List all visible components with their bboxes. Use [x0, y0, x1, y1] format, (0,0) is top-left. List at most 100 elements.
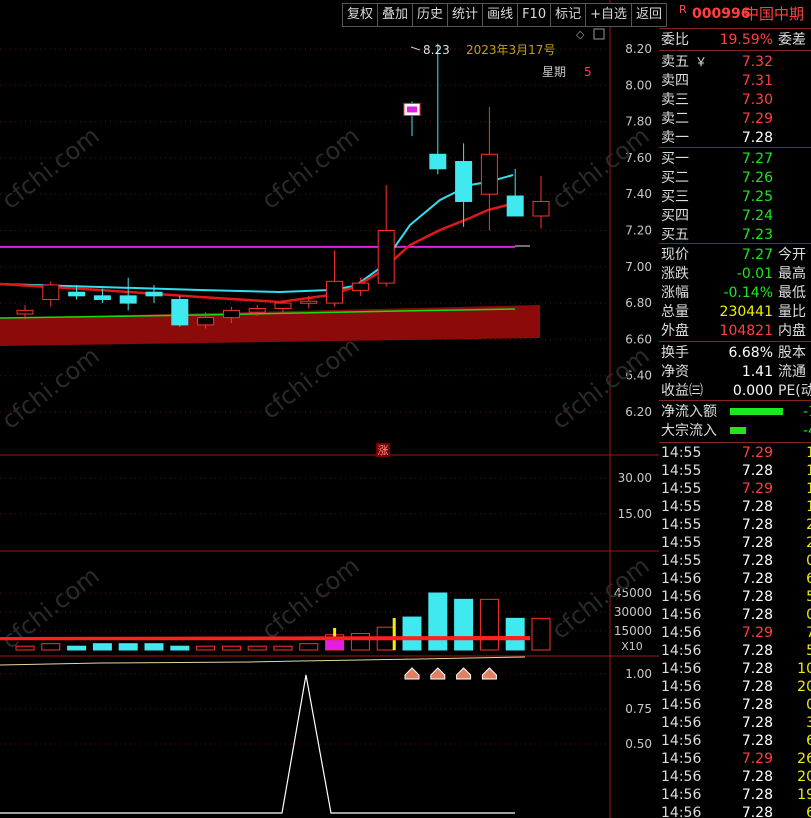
- ask-row-3: 卖三 7.30: [659, 91, 811, 109]
- house-icon: [430, 667, 446, 680]
- volume-bar: [247, 645, 267, 651]
- stat-row-1-value: -0.01: [736, 266, 773, 282]
- candle-body: [506, 195, 524, 217]
- stat-row-1-label: 涨跌: [661, 266, 689, 282]
- stock-code[interactable]: 000996: [692, 0, 750, 28]
- volume-bar: [350, 633, 370, 651]
- high-pointer: [410, 46, 421, 51]
- tick-time: 14:56: [661, 643, 702, 659]
- weekday-value: 5: [584, 65, 592, 79]
- tick-row: 14:55 7.28 2: [659, 534, 811, 552]
- tick-time: 14:55: [661, 463, 702, 479]
- tick-price: 7.28: [741, 679, 773, 695]
- tick-price: 7.28: [741, 463, 773, 479]
- candle-body: [274, 302, 292, 310]
- stat2-row-2-tail: PE(动: [778, 383, 811, 399]
- tick-price: 7.28: [741, 571, 773, 587]
- panel-divider: [659, 28, 811, 29]
- tick-row: 14:55 7.28 1: [659, 498, 811, 516]
- yen-mark: ￥: [695, 55, 708, 69]
- osc-tick-label: 0.50: [625, 737, 652, 751]
- tick-volume: 6: [806, 733, 811, 749]
- volume-bar: [144, 643, 164, 651]
- tick-volume: 19: [797, 787, 811, 803]
- tick-row: 14:56 7.28 6: [659, 804, 811, 818]
- toolbar-button-4[interactable]: 画线: [483, 4, 519, 26]
- tick-price: 7.28: [741, 697, 773, 713]
- toolbar-button-2[interactable]: 历史: [413, 4, 449, 26]
- tick-volume: 0: [806, 697, 811, 713]
- oscillator-line: [0, 674, 515, 814]
- toolbar-button-0[interactable]: 复权: [343, 4, 379, 26]
- tick-time: 14:56: [661, 589, 702, 605]
- toolbar-button-7[interactable]: +自选: [586, 4, 633, 26]
- tick-price: 7.28: [741, 499, 773, 515]
- bid-row-5-label: 买五: [661, 227, 689, 243]
- tick-volume: 0: [806, 553, 811, 569]
- toolbar: 复权 叠加 历史 统计 画线 F10 标记 +自选 返回: [342, 3, 668, 27]
- candle-body: [16, 309, 34, 315]
- volume-bar: [15, 645, 35, 651]
- stat-row-1: 涨跌 -0.01 最高: [659, 265, 811, 283]
- tick-row: 14:55 7.28 1: [659, 462, 811, 480]
- bid-row-1-value: 7.27: [741, 151, 773, 167]
- volume-bar: [221, 645, 241, 651]
- watermark: cfchi.com: [0, 341, 105, 434]
- toolbar-button-5[interactable]: F10: [518, 4, 552, 26]
- panel-divider: [659, 147, 811, 148]
- bid-row-5-value: 7.23: [741, 227, 773, 243]
- square-icon: [593, 28, 605, 40]
- candle-body: [351, 282, 369, 291]
- price-tick-label: 8.00: [625, 78, 652, 92]
- ask-row-2-value: 7.29: [741, 111, 773, 127]
- toolbar-button-1[interactable]: 叠加: [378, 4, 414, 26]
- tick-row: 14:56 7.28 20: [659, 678, 811, 696]
- stat-row-1-tail: 最高: [778, 266, 806, 282]
- bid-row-3: 买三 7.25: [659, 188, 811, 206]
- stat2-row-2-value: 0.000: [732, 383, 773, 399]
- stat-row-2-value: -0.14%: [723, 285, 773, 301]
- stat-row-2: 涨幅 -0.14% 最低: [659, 284, 811, 302]
- candle-body: [93, 295, 111, 300]
- tick-time: 14:55: [661, 445, 702, 461]
- weibi-row-tail: 委差: [778, 32, 806, 48]
- price-tick-label: 6.20: [625, 405, 652, 419]
- tick-price: 7.28: [741, 589, 773, 605]
- tick-row: 14:55 7.29 1: [659, 480, 811, 498]
- tick-volume: 6: [806, 571, 811, 587]
- tick-time: 14:55: [661, 517, 702, 533]
- tick-volume: 1: [806, 463, 811, 479]
- tick-volume: 1: [806, 499, 811, 515]
- stat2-row-1-value: 1.41: [741, 364, 773, 380]
- tick-volume: 1: [806, 445, 811, 461]
- toolbar-button-6[interactable]: 标记: [551, 4, 587, 26]
- candle-body: [455, 161, 473, 202]
- ask-row-1-value: 7.28: [741, 130, 773, 146]
- weibi-row: 委比 19.59% 委差: [659, 31, 811, 49]
- volume-bar: [299, 643, 319, 651]
- tick-time: 14:55: [661, 553, 702, 569]
- candle-body: [429, 153, 447, 170]
- watermark: cfchi.com: [0, 561, 105, 654]
- price-tick-label: 7.00: [625, 260, 652, 274]
- volume-tick-label: 30000: [614, 605, 652, 619]
- x10-label: X10: [621, 640, 643, 653]
- volume-bar: [67, 645, 87, 651]
- tick-time: 14:56: [661, 769, 702, 785]
- price-tick-label: 7.20: [625, 224, 652, 238]
- stock-name[interactable]: 中国中期: [744, 0, 804, 28]
- tick-volume: 5: [806, 589, 811, 605]
- tick-price: 7.28: [741, 535, 773, 551]
- kline-chart[interactable]: 8.208.007.807.607.407.207.006.806.606.40…: [0, 0, 659, 818]
- tick-price: 7.28: [741, 787, 773, 803]
- high-label: 8.23: [423, 43, 450, 57]
- date-label: 2023年3月17号: [466, 43, 555, 57]
- volume-ma-line: [0, 656, 526, 666]
- candle-body: [42, 284, 60, 300]
- volume-bar: [170, 645, 190, 651]
- tick-row: 14:56 7.28 19: [659, 786, 811, 804]
- stat2-row-0-tail: 股本: [778, 345, 806, 361]
- stat-row-3-label: 总量: [661, 304, 689, 320]
- toolbar-button-3[interactable]: 统计: [448, 4, 484, 26]
- tick-time: 14:56: [661, 625, 702, 641]
